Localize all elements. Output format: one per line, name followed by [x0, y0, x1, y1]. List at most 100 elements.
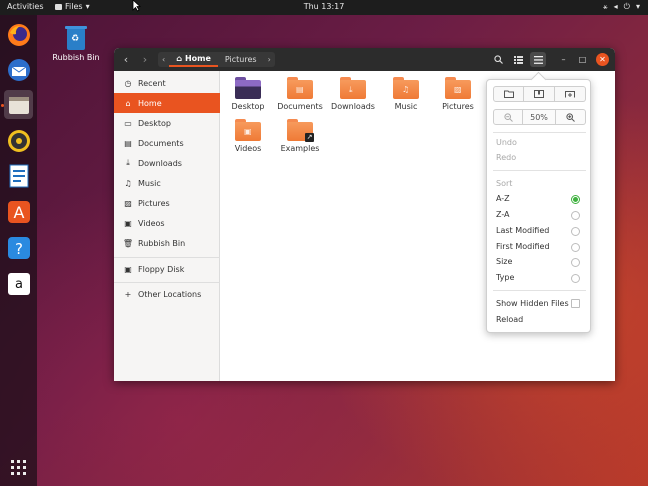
downloads-folder-icon: ⤓	[340, 77, 366, 99]
bookmark-button[interactable]	[524, 86, 555, 102]
close-button[interactable]: ✕	[596, 53, 609, 66]
desktop-rubbish-bin[interactable]: ♻ Rubbish Bin	[52, 26, 100, 62]
sidebar: ◷ Recent ⌂ Home ▭ Desktop ▤ Documents ⤓ Downl…	[114, 71, 220, 381]
sidebar-item-rubbish-bin[interactable]: 🗑 Rubbish Bin	[114, 233, 220, 253]
search-button[interactable]	[490, 52, 506, 67]
sidebar-item-home[interactable]: ⌂ Home	[114, 93, 220, 113]
file-label: Documents	[277, 102, 323, 111]
path-right-arrow[interactable]: ›	[264, 55, 275, 64]
power-icon: ⏻	[623, 2, 630, 11]
running-indicator	[1, 104, 4, 107]
sidebar-item-label: Documents	[138, 138, 184, 148]
path-left-arrow[interactable]: ‹	[158, 55, 169, 64]
sort-size-radio[interactable]	[571, 258, 580, 267]
sort-type[interactable]: Type	[496, 273, 514, 282]
file-item-examples[interactable]: ↗ Examples	[274, 115, 326, 153]
menu-divider	[493, 132, 586, 133]
file-item-pictures[interactable]: ▨ Pictures	[432, 73, 484, 111]
zoom-level[interactable]: 50%	[523, 109, 556, 125]
file-item-music[interactable]: ♫ Music	[380, 73, 432, 111]
dock: A ? a	[0, 15, 37, 486]
show-hidden-files-item[interactable]: Show Hidden Files	[496, 299, 569, 308]
grid-icon[interactable]	[4, 453, 33, 482]
path-home[interactable]: ⌂ Home	[169, 52, 218, 67]
zoom-out-icon	[503, 112, 513, 122]
sidebar-item-music[interactable]: ♫ Music	[114, 173, 220, 193]
back-button[interactable]: ‹	[118, 52, 134, 67]
floppy-icon: ▣	[124, 264, 132, 274]
sidebar-item-pictures[interactable]: ▨ Pictures	[114, 193, 220, 213]
help-icon[interactable]: ?	[4, 233, 33, 262]
volume-icon: ◂	[613, 2, 618, 11]
sidebar-item-label: Rubbish Bin	[138, 238, 186, 248]
sort-a-z-radio[interactable]	[571, 195, 580, 204]
svg-text:A: A	[13, 203, 24, 222]
sidebar-item-label: Music	[138, 178, 161, 188]
files-icon[interactable]	[4, 90, 33, 119]
home-icon: ⌂	[176, 54, 182, 63]
menu-divider	[493, 290, 586, 291]
amazon-icon[interactable]: a	[4, 269, 33, 298]
search-icon	[493, 55, 503, 64]
view-toggle-button[interactable]	[510, 52, 526, 67]
zoom-out-button[interactable]	[493, 109, 523, 125]
forward-button[interactable]: ›	[137, 52, 153, 67]
hamburger-icon	[533, 55, 543, 64]
sidebar-item-downloads[interactable]: ⤓ Downloads	[114, 153, 220, 173]
file-label: Desktop	[231, 102, 265, 111]
sort-first-modified[interactable]: First Modified	[496, 242, 550, 251]
sidebar-item-label: Downloads	[138, 158, 182, 168]
svg-text:a: a	[15, 277, 23, 292]
file-item-documents[interactable]: ▤ Documents	[274, 73, 326, 111]
undo-item[interactable]: Undo	[496, 138, 517, 147]
maximize-icon: □	[578, 55, 587, 64]
libreoffice-writer-icon[interactable]	[4, 161, 33, 190]
file-item-videos[interactable]: ▣ Videos	[222, 115, 274, 153]
network-icon: ⚹	[602, 2, 608, 11]
new-folder-button[interactable]	[493, 86, 524, 102]
sidebar-item-other-locations[interactable]: + Other Locations	[114, 284, 220, 304]
menu-button[interactable]	[530, 52, 546, 67]
firefox-icon[interactable]	[4, 20, 33, 49]
sort-type-radio[interactable]	[571, 274, 580, 283]
chevron-right-icon: ›	[142, 53, 148, 66]
minimize-icon: –	[561, 55, 566, 64]
clock[interactable]: Thu 13:17	[0, 2, 648, 11]
desktop-icon: ▭	[124, 118, 132, 128]
sidebar-item-desktop[interactable]: ▭ Desktop	[114, 113, 220, 133]
sidebar-item-label: Floppy Disk	[138, 264, 185, 274]
file-item-desktop[interactable]: Desktop	[222, 73, 274, 111]
sidebar-item-videos[interactable]: ▣ Videos	[114, 213, 220, 233]
file-label: Music	[394, 102, 418, 111]
reload-item[interactable]: Reload	[496, 315, 523, 324]
system-tray[interactable]: ⚹ ◂ ⏻ ▾	[603, 2, 640, 12]
file-item-downloads[interactable]: ⤓ Downloads	[327, 73, 379, 111]
thunderbird-icon[interactable]	[4, 55, 33, 84]
video-icon: ▣	[124, 218, 132, 228]
sidebar-item-label: Other Locations	[138, 289, 202, 299]
sidebar-item-floppy-disk[interactable]: ▣ Floppy Disk	[114, 259, 220, 279]
sort-a-z[interactable]: A-Z	[496, 194, 510, 203]
new-tab-button[interactable]	[555, 86, 586, 102]
sidebar-divider	[114, 282, 220, 283]
sort-last-modified[interactable]: Last Modified	[496, 226, 549, 235]
path-bar: ‹ ⌂ Home Pictures ›	[158, 52, 275, 67]
desktop-folder-icon	[235, 77, 261, 99]
maximize-button[interactable]: □	[576, 53, 589, 66]
rhythmbox-icon[interactable]	[4, 126, 33, 155]
sidebar-item-recent[interactable]: ◷ Recent	[114, 73, 220, 93]
zoom-in-button[interactable]	[556, 109, 586, 125]
sort-first-modified-radio[interactable]	[571, 243, 580, 252]
sort-size[interactable]: Size	[496, 257, 512, 266]
software-center-icon[interactable]: A	[4, 197, 33, 226]
sort-z-a[interactable]: Z-A	[496, 210, 510, 219]
sidebar-item-documents[interactable]: ▤ Documents	[114, 133, 220, 153]
redo-item[interactable]: Redo	[496, 153, 516, 162]
file-label: Downloads	[331, 102, 375, 111]
sort-last-modified-radio[interactable]	[571, 227, 580, 236]
minimize-button[interactable]: –	[557, 53, 570, 66]
path-pictures[interactable]: Pictures	[218, 52, 264, 67]
show-hidden-files-checkbox[interactable]	[571, 299, 580, 308]
plus-icon: +	[124, 289, 132, 299]
sort-z-a-radio[interactable]	[571, 211, 580, 220]
